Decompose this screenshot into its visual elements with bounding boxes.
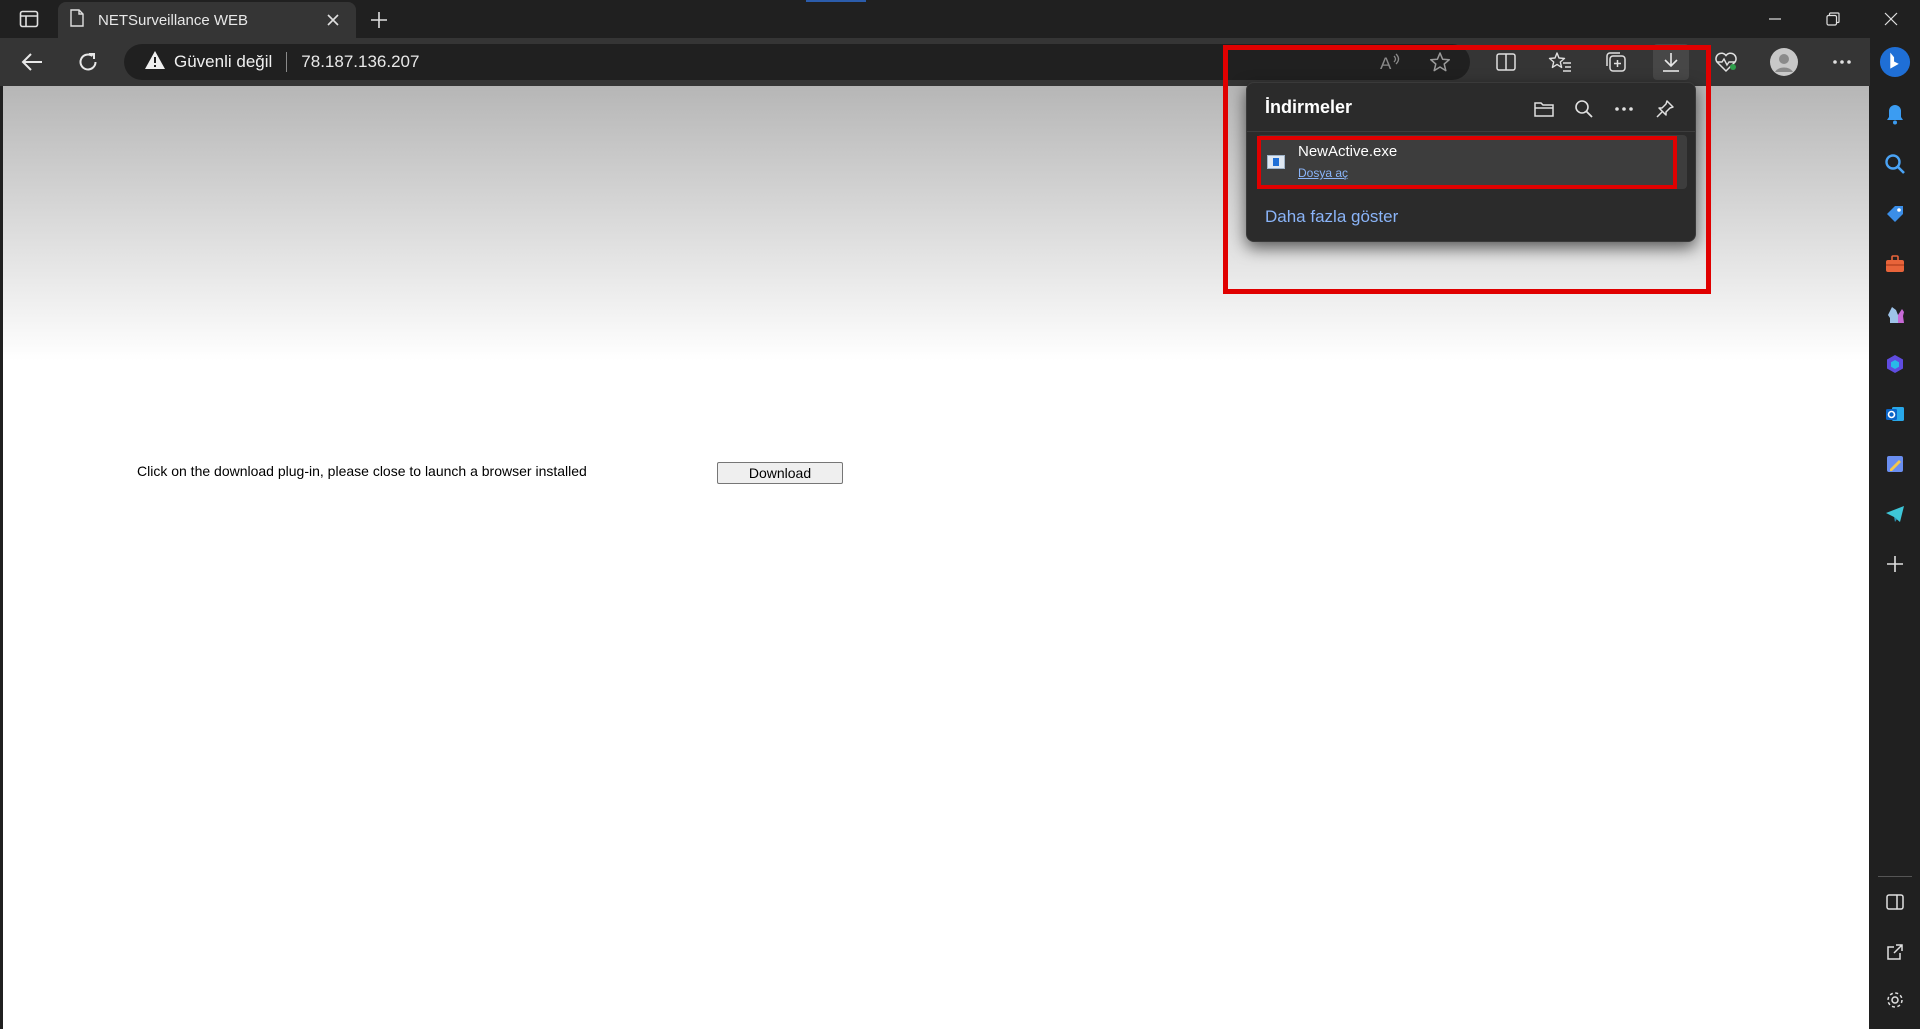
shopping-icon[interactable] [1879,198,1911,230]
plugin-download-button[interactable]: Download [717,462,843,484]
external-link-icon[interactable] [1879,936,1911,968]
close-window-icon[interactable] [1862,0,1920,38]
microsoft-365-icon[interactable] [1879,348,1911,380]
tab-active[interactable]: NETSurveillance WEB [58,2,356,38]
more-icon[interactable] [1824,44,1860,80]
bing-copilot-icon[interactable] [1879,46,1911,78]
title-bar: NETSurveillance WEB [0,0,1920,38]
window-controls [1746,0,1920,38]
outlook-icon[interactable] [1879,398,1911,430]
security-label[interactable]: Güvenli değil [174,52,272,72]
minimize-icon[interactable] [1746,0,1804,38]
sidebar-toggle-icon[interactable] [1879,886,1911,918]
refresh-icon[interactable] [70,44,106,80]
plugin-instruction-text: Click on the download plug-in, please cl… [137,463,587,479]
profile-icon[interactable] [1766,44,1802,80]
url-text[interactable]: 78.187.136.207 [301,52,419,72]
settings-icon[interactable] [1879,984,1911,1016]
page-favicon-icon [70,9,84,31]
search-icon[interactable] [1879,148,1911,180]
close-tab-icon[interactable] [322,9,344,31]
designer-icon[interactable] [1879,448,1911,480]
browser-window: NETSurveillance WEB Güvenli değil 78.187… [0,0,1920,1029]
warning-icon[interactable] [144,50,166,74]
sidebar-separator [1878,876,1912,877]
tab-actions-icon[interactable] [12,8,46,30]
browser-essentials-icon[interactable] [1708,44,1744,80]
edge-sidebar [1870,38,1920,1029]
games-icon[interactable] [1879,298,1911,330]
new-tab-icon[interactable] [366,7,392,33]
telegram-icon[interactable] [1879,498,1911,530]
add-icon[interactable] [1879,548,1911,580]
restore-icon[interactable] [1804,0,1862,38]
tools-icon[interactable] [1879,248,1911,280]
highlight-box-download-item [1257,136,1677,189]
back-icon[interactable] [14,44,50,80]
tab-title: NETSurveillance WEB [98,11,249,29]
notifications-icon[interactable] [1879,98,1911,130]
tab-strip-indicator [806,0,866,2]
address-separator [286,52,288,72]
